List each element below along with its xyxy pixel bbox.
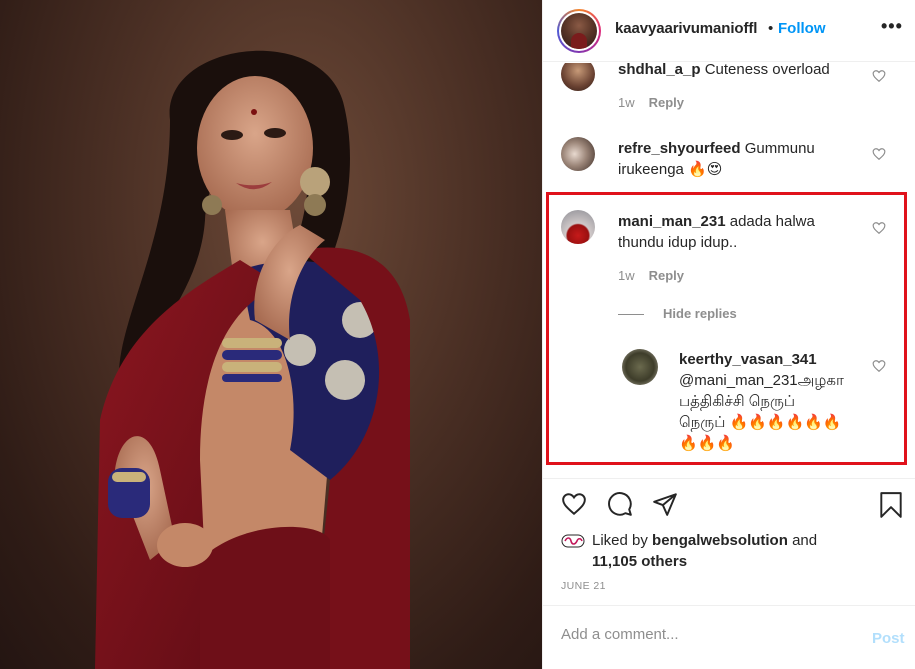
- commenter-avatar[interactable]: [561, 137, 595, 171]
- post-date[interactable]: JUNE 21: [561, 580, 606, 592]
- like-comment-heart-icon[interactable]: [872, 147, 886, 161]
- like-comment-heart-icon[interactable]: [872, 69, 886, 83]
- post-photo[interactable]: [0, 0, 542, 669]
- reply-text: keerthy_vasan_341 @mani_man_231அழகா பத்த…: [679, 349, 874, 454]
- liked-by-prefix: Liked by: [592, 532, 648, 549]
- replier-username[interactable]: keerthy_vasan_341: [679, 349, 874, 370]
- comment-body-line1: Gummunu: [744, 140, 815, 157]
- replier-avatar[interactable]: [622, 349, 658, 385]
- commenter-username[interactable]: shdhal_a_p: [618, 63, 701, 78]
- commenter-username[interactable]: mani_man_231: [618, 213, 726, 230]
- liker-avatar[interactable]: [561, 532, 585, 550]
- comment-text: mani_man_231 adada halwa thundu idup idu…: [618, 211, 868, 253]
- commenter-username[interactable]: refre_shyourfeed: [618, 140, 741, 157]
- comment-time: 1w: [618, 268, 635, 283]
- commenter-avatar[interactable]: [561, 63, 595, 91]
- heart-icon[interactable]: [560, 491, 588, 517]
- liked-by-others[interactable]: 11,105 others: [592, 553, 687, 570]
- comment-body: Cuteness overload: [704, 63, 830, 78]
- author-avatar[interactable]: [557, 9, 601, 53]
- reply-mention[interactable]: @mani_man_231: [679, 372, 798, 389]
- share-icon[interactable]: [651, 491, 679, 517]
- reply-body-line4: 🔥🔥🔥: [679, 435, 736, 452]
- comment-text: shdhal_a_p Cuteness overload: [618, 63, 868, 80]
- comment-icon[interactable]: [606, 491, 634, 517]
- author-username[interactable]: kaavyaarivumanioffl: [615, 20, 757, 37]
- reply-body-line1: அழகா: [797, 372, 844, 389]
- post-actions: [543, 478, 915, 532]
- hide-replies-button[interactable]: Hide replies: [663, 306, 737, 321]
- reply-button[interactable]: Reply: [649, 268, 684, 283]
- liked-by-user[interactable]: bengalwebsolution: [652, 532, 788, 549]
- comment-body-line2: irukeenga 🔥😍: [618, 161, 723, 178]
- reply-button[interactable]: Reply: [649, 95, 684, 110]
- comment-body-line2: thundu idup idup..: [618, 234, 738, 251]
- more-options-icon[interactable]: •••: [881, 16, 903, 37]
- commenter-avatar[interactable]: [561, 210, 595, 244]
- post-comment-button[interactable]: Post: [872, 630, 905, 647]
- reply-body-line2: பத்திகிச்சி நெருப்: [679, 393, 796, 410]
- post-header: kaavyaarivumanioffl • Follow •••: [543, 0, 915, 62]
- add-comment-input[interactable]: [561, 626, 861, 643]
- follow-button[interactable]: Follow: [778, 20, 826, 37]
- post-side-panel: kaavyaarivumanioffl • Follow ••• shdhal_…: [542, 0, 915, 669]
- like-reply-heart-icon[interactable]: [872, 359, 886, 373]
- portrait-illustration: [95, 50, 410, 669]
- hide-replies-line: [618, 314, 644, 315]
- comments-list[interactable]: shdhal_a_p Cuteness overload 1w Reply ref…: [543, 63, 915, 463]
- like-comment-heart-icon[interactable]: [872, 221, 886, 235]
- reply-body-line3: நெருப் 🔥🔥🔥🔥🔥🔥: [679, 414, 842, 431]
- comment-meta: 1w Reply: [618, 268, 684, 283]
- comment-body-line1: adada halwa: [729, 213, 815, 230]
- comment-time: 1w: [618, 95, 635, 110]
- separator-dot: •: [768, 20, 774, 37]
- liked-by-and: and: [792, 532, 818, 549]
- add-comment-bar: Post: [543, 605, 915, 669]
- likes-summary: Liked by bengalwebsolution and 11,105 ot…: [592, 530, 817, 572]
- bookmark-icon[interactable]: [878, 491, 904, 519]
- comment-meta: 1w Reply: [618, 95, 684, 110]
- comment-text: refre_shyourfeed Gummunu irukeenga 🔥😍: [618, 138, 868, 180]
